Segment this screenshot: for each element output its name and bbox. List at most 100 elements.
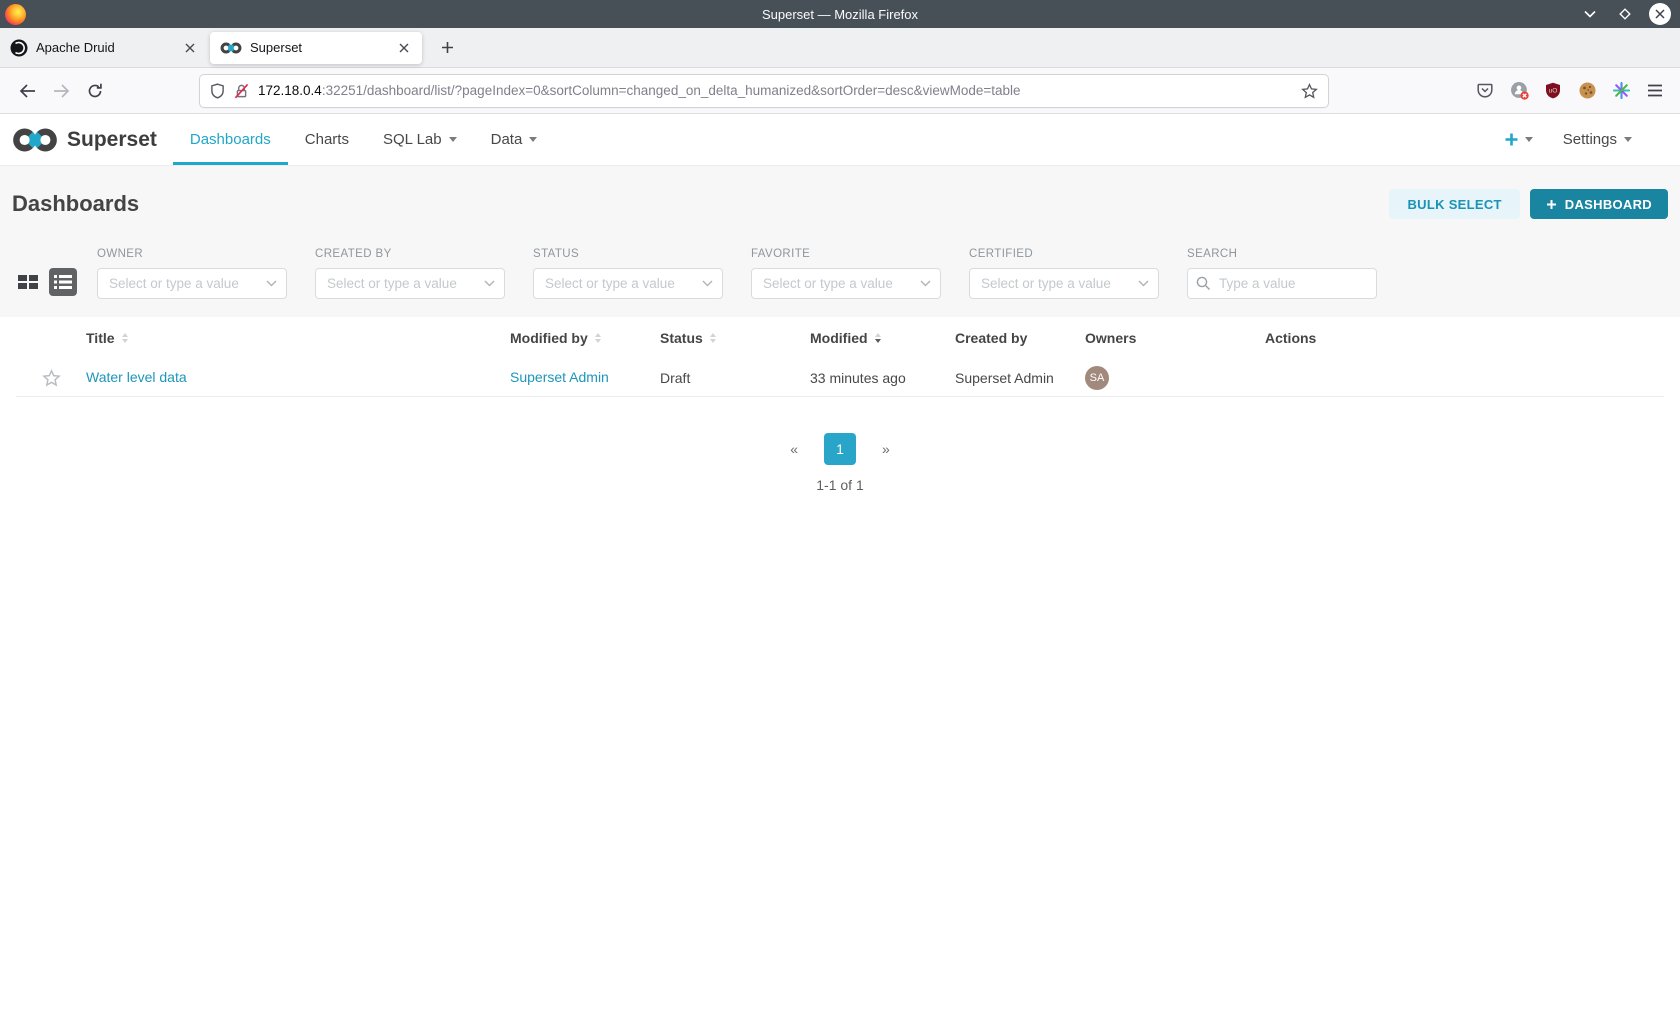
sort-icon bbox=[710, 333, 716, 343]
search-input[interactable] bbox=[1187, 268, 1377, 299]
chevron-down-icon bbox=[529, 137, 537, 142]
close-icon bbox=[1655, 9, 1665, 19]
url-host: 172.18.0.4 bbox=[258, 83, 322, 98]
superset-navbar: Superset Dashboards Charts SQL Lab Data … bbox=[0, 114, 1680, 166]
column-header-modified[interactable]: Modified bbox=[810, 330, 955, 346]
list-view-icon bbox=[54, 275, 72, 289]
favorite-select[interactable] bbox=[751, 268, 941, 299]
dashboard-title-link[interactable]: Water level data bbox=[86, 369, 187, 385]
column-header-title[interactable]: Title bbox=[86, 330, 510, 346]
window-maximize-button[interactable] bbox=[1614, 3, 1636, 25]
page-title: Dashboards bbox=[12, 191, 139, 217]
owner-select[interactable] bbox=[97, 268, 287, 299]
column-header-modified-by[interactable]: Modified by bbox=[510, 330, 660, 346]
chevron-down-icon bbox=[449, 137, 457, 142]
insecure-lock-icon[interactable] bbox=[234, 83, 249, 99]
hamburger-icon bbox=[1647, 84, 1663, 97]
asterisk-extension-button[interactable] bbox=[1606, 76, 1636, 106]
modified-by-link[interactable]: Superset Admin bbox=[510, 369, 609, 385]
window-minimize-button[interactable] bbox=[1579, 3, 1601, 25]
reload-icon bbox=[87, 83, 103, 99]
forward-button[interactable] bbox=[44, 76, 78, 106]
new-item-menu[interactable] bbox=[1504, 132, 1533, 147]
status-select[interactable] bbox=[533, 268, 723, 299]
cookie-extension-button[interactable] bbox=[1572, 76, 1602, 106]
status-cell: Draft bbox=[660, 370, 810, 386]
superset-favicon bbox=[220, 41, 242, 55]
chevron-down-icon bbox=[484, 280, 495, 287]
chevron-down-icon bbox=[1525, 137, 1533, 142]
tab-close-icon[interactable] bbox=[396, 40, 412, 56]
nav-item-data[interactable]: Data bbox=[474, 114, 555, 165]
settings-menu[interactable]: Settings bbox=[1563, 131, 1632, 148]
nav-item-charts[interactable]: Charts bbox=[288, 114, 366, 165]
window-title: Superset — Mozilla Firefox bbox=[0, 7, 1680, 22]
filter-favorite: FAVORITE bbox=[751, 248, 941, 299]
column-header-actions: Actions bbox=[1265, 330, 1664, 346]
reload-button[interactable] bbox=[78, 76, 112, 106]
created-by-cell: Superset Admin bbox=[955, 370, 1085, 386]
search-icon bbox=[1196, 276, 1211, 291]
new-dashboard-button[interactable]: DASHBOARD bbox=[1530, 189, 1668, 219]
chevron-down-icon bbox=[1584, 10, 1596, 18]
brand-name: Superset bbox=[67, 128, 157, 152]
prev-page-button[interactable]: « bbox=[790, 441, 798, 457]
chevron-down-icon bbox=[1624, 137, 1632, 142]
column-header-status[interactable]: Status bbox=[660, 330, 810, 346]
ublock-shield-icon: uO bbox=[1545, 82, 1561, 99]
column-header-created-by: Created by bbox=[955, 330, 1085, 346]
modified-cell: 33 minutes ago bbox=[810, 370, 955, 386]
card-view-toggle[interactable] bbox=[18, 274, 38, 290]
chevron-down-icon bbox=[920, 280, 931, 287]
account-extension-button[interactable] bbox=[1504, 76, 1534, 106]
column-label: Actions bbox=[1265, 330, 1316, 346]
certified-select[interactable] bbox=[969, 268, 1159, 299]
filter-label: OWNER bbox=[97, 248, 287, 260]
column-label: Created by bbox=[955, 330, 1027, 346]
page-header-band: Dashboards BULK SELECT DASHBOARD bbox=[0, 166, 1680, 317]
column-header-owners: Owners bbox=[1085, 330, 1265, 346]
owner-avatar: SA bbox=[1085, 366, 1109, 390]
superset-brand[interactable]: Superset bbox=[12, 114, 157, 165]
tab-close-icon[interactable] bbox=[182, 40, 198, 56]
column-label: Modified bbox=[810, 330, 868, 346]
new-tab-button[interactable] bbox=[432, 33, 462, 63]
search-group: SEARCH bbox=[1187, 248, 1377, 299]
druid-favicon bbox=[10, 39, 28, 57]
column-label: Status bbox=[660, 330, 703, 346]
table-view-toggle[interactable] bbox=[49, 268, 77, 296]
back-arrow-icon bbox=[19, 84, 36, 98]
nav-item-sql-lab[interactable]: SQL Lab bbox=[366, 114, 474, 165]
plus-icon bbox=[441, 41, 454, 54]
browser-toolbar: 172.18.0.4:32251/dashboard/list/?pageInd… bbox=[0, 68, 1680, 114]
column-label: Owners bbox=[1085, 330, 1136, 346]
tracking-protection-shield-icon[interactable] bbox=[210, 83, 225, 99]
next-page-button[interactable]: » bbox=[882, 441, 890, 457]
bookmark-star-icon[interactable] bbox=[1301, 83, 1318, 99]
url-text[interactable]: 172.18.0.4:32251/dashboard/list/?pageInd… bbox=[258, 83, 1292, 98]
menu-button[interactable] bbox=[1640, 76, 1670, 106]
tab-apache-druid[interactable]: Apache Druid bbox=[0, 28, 208, 68]
filter-owner: OWNER bbox=[97, 248, 287, 299]
column-label: Title bbox=[86, 330, 115, 346]
back-button[interactable] bbox=[10, 76, 44, 106]
chevron-down-icon bbox=[702, 280, 713, 287]
grid-view-icon bbox=[18, 274, 38, 290]
table-row: Water level data Superset Admin Draft 33… bbox=[16, 359, 1664, 397]
sort-desc-icon bbox=[875, 333, 881, 343]
column-label: Modified by bbox=[510, 330, 588, 346]
current-page-button[interactable]: 1 bbox=[824, 433, 856, 465]
new-dashboard-label: DASHBOARD bbox=[1565, 197, 1652, 212]
favorite-star-icon[interactable] bbox=[42, 369, 61, 387]
ublock-origin-button[interactable]: uO bbox=[1538, 76, 1568, 106]
created-by-select[interactable] bbox=[315, 268, 505, 299]
url-bar[interactable]: 172.18.0.4:32251/dashboard/list/?pageInd… bbox=[200, 75, 1328, 107]
window-close-button[interactable] bbox=[1649, 3, 1671, 25]
pocket-button[interactable] bbox=[1470, 76, 1500, 106]
pagination: « 1 » bbox=[0, 433, 1680, 465]
bulk-select-button[interactable]: BULK SELECT bbox=[1389, 189, 1519, 219]
nav-item-dashboards[interactable]: Dashboards bbox=[173, 114, 288, 165]
filter-label: STATUS bbox=[533, 248, 723, 260]
tab-superset[interactable]: Superset bbox=[210, 32, 422, 64]
sort-icon bbox=[595, 333, 601, 343]
